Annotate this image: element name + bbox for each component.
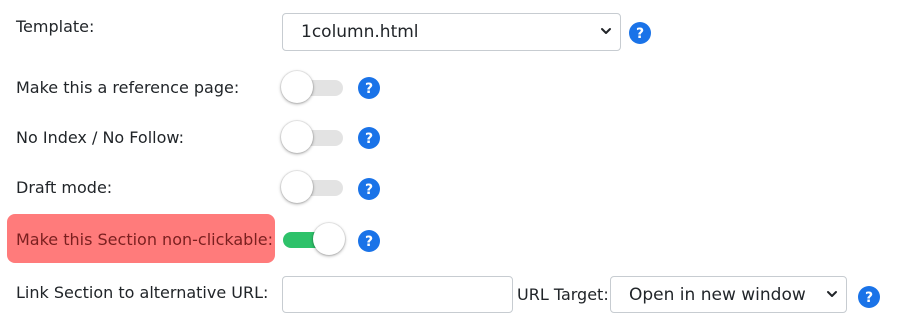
svg-text:?: ? [636,26,644,42]
url-target-label: URL Target: [517,285,609,304]
svg-text:?: ? [365,182,373,198]
reference-page-toggle[interactable] [281,70,345,106]
question-circle-icon[interactable]: ? [358,127,380,149]
svg-text:?: ? [365,81,373,97]
draft-mode-label: Draft mode: [16,178,113,197]
toggle-knob [281,171,313,203]
alt-url-label: Link Section to alternative URL: [16,283,269,302]
toggle-knob [281,121,313,153]
template-label: Template: [16,17,95,36]
non-clickable-toggle[interactable] [281,222,345,258]
non-clickable-label: Make this Section non-clickable: [16,230,273,249]
chevron-down-icon [827,290,837,297]
reference-page-label: Make this a reference page: [16,78,240,97]
no-index-toggle[interactable] [281,120,345,156]
question-circle-icon[interactable]: ? [358,178,380,200]
question-circle-icon[interactable]: ? [629,22,651,44]
svg-text:?: ? [365,234,373,250]
question-circle-icon[interactable]: ? [358,77,380,99]
template-select-value: 1column.html [301,22,419,42]
svg-text:?: ? [865,290,873,306]
url-target-select[interactable]: Open in new window [610,276,847,313]
toggle-knob [313,223,345,255]
no-index-label: No Index / No Follow: [16,128,184,147]
alt-url-input[interactable] [282,276,513,313]
question-circle-icon[interactable]: ? [858,286,880,308]
question-circle-icon[interactable]: ? [358,230,380,252]
draft-mode-toggle[interactable] [281,170,345,206]
toggle-knob [281,71,313,103]
chevron-down-icon [601,28,611,34]
url-target-select-value: Open in new window [629,284,806,305]
template-select[interactable]: 1column.html [282,13,621,51]
svg-text:?: ? [365,131,373,147]
